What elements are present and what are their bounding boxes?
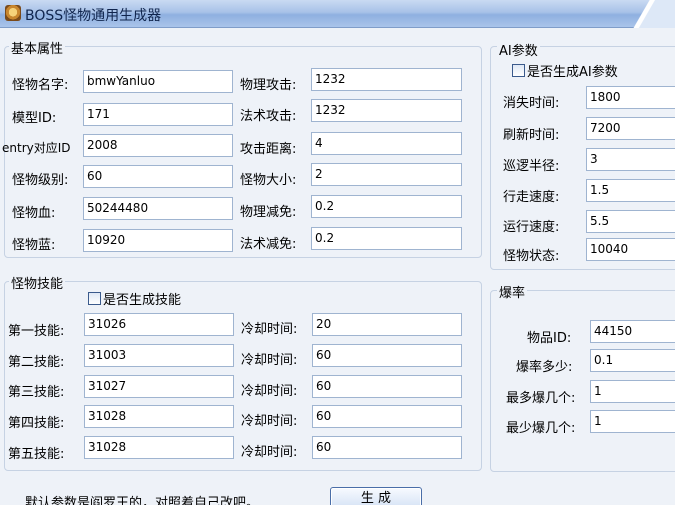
title-bar[interactable]: BOSS怪物通用生成器 (0, 0, 675, 28)
patrol-radius-input[interactable]: 3 (586, 148, 675, 171)
monster-hp-input[interactable]: 50244480 (83, 197, 233, 220)
monster-level-label: 怪物级别: (12, 173, 69, 188)
physical-attack-label: 物理攻击: (240, 78, 297, 93)
despawn-time-input[interactable]: 1800 (586, 86, 675, 109)
magic-attack-input[interactable]: 1232 (311, 99, 462, 122)
skill-4-label: 第四技能: (8, 416, 65, 431)
skill-1-cooldown-input[interactable]: 20 (312, 313, 462, 336)
monster-skills-legend: 怪物技能 (9, 273, 66, 292)
generate-skills-checkbox[interactable]: 是否生成技能 (88, 289, 181, 308)
monster-state-label: 怪物状态: (503, 249, 560, 264)
skill-1-label: 第一技能: (8, 324, 65, 339)
window-title: BOSS怪物通用生成器 (25, 8, 162, 24)
physical-reduction-label: 物理减免: (240, 205, 297, 220)
skill-5-label: 第五技能: (8, 447, 65, 462)
run-speed-input[interactable]: 5.5 (586, 210, 675, 233)
monster-size-label: 怪物大小: (240, 173, 297, 188)
min-drop-label: 最少爆几个: (506, 421, 576, 436)
skill-3-cooldown-label: 冷却时间: (241, 384, 298, 399)
skill-3-input[interactable]: 31027 (84, 375, 234, 398)
skill-2-input[interactable]: 31003 (84, 344, 234, 367)
drop-rate-label: 爆率多少: (516, 360, 573, 375)
magic-attack-label: 法术攻击: (240, 109, 297, 124)
magic-reduction-label: 法术减免: (240, 237, 297, 252)
generate-ai-checkbox[interactable]: 是否生成AI参数 (512, 61, 618, 80)
magic-reduction-input[interactable]: 0.2 (311, 227, 462, 250)
skill-5-cooldown-label: 冷却时间: (241, 445, 298, 460)
patrol-radius-label: 巡逻半径: (503, 159, 560, 174)
monster-hp-label: 怪物血: (12, 206, 56, 221)
skill-2-cooldown-input[interactable]: 60 (312, 344, 462, 367)
max-drop-label: 最多爆几个: (506, 391, 576, 406)
entry-id-label: entry对应ID (2, 141, 71, 155)
skill-1-cooldown-label: 冷却时间: (241, 322, 298, 337)
skill-5-input[interactable]: 31028 (84, 436, 234, 459)
entry-id-input[interactable]: 2008 (83, 134, 233, 157)
app-icon (5, 5, 21, 21)
respawn-time-input[interactable]: 7200 (586, 117, 675, 140)
skill-2-cooldown-label: 冷却时间: (241, 353, 298, 368)
item-id-label: 物品ID: (527, 331, 572, 346)
generate-button[interactable]: 生 成 (330, 487, 422, 505)
skill-2-label: 第二技能: (8, 355, 65, 370)
default-params-note: 默认参数是阎罗王的，对照着自己改吧。 (25, 496, 260, 505)
model-id-label: 模型ID: (12, 111, 57, 126)
monster-name-input[interactable]: bmwYanluo (83, 70, 233, 93)
skill-4-input[interactable]: 31028 (84, 405, 234, 428)
item-id-input[interactable]: 44150 (590, 320, 675, 343)
attack-range-label: 攻击距离: (240, 142, 297, 157)
generate-skills-checkbox-label: 是否生成技能 (103, 293, 182, 308)
skill-3-label: 第三技能: (8, 385, 65, 400)
monster-mp-input[interactable]: 10920 (83, 229, 233, 252)
physical-reduction-input[interactable]: 0.2 (311, 195, 462, 218)
ai-parameters-legend: AI参数 (497, 40, 540, 59)
skill-4-cooldown-input[interactable]: 60 (312, 405, 462, 428)
drop-rate-input[interactable]: 0.1 (590, 349, 675, 372)
respawn-time-label: 刷新时间: (503, 128, 560, 143)
monster-name-label: 怪物名字: (12, 78, 69, 93)
basic-attributes-legend: 基本属性 (9, 38, 66, 57)
skill-5-cooldown-input[interactable]: 60 (312, 436, 462, 459)
generate-ai-checkbox-label: 是否生成AI参数 (527, 65, 618, 80)
despawn-time-label: 消失时间: (503, 96, 560, 111)
checkbox-box[interactable] (512, 64, 525, 77)
model-id-input[interactable]: 171 (83, 103, 233, 126)
attack-range-input[interactable]: 4 (311, 132, 462, 155)
monster-state-input[interactable]: 10040 (586, 238, 675, 261)
title-bar-corner-decoration (615, 0, 675, 28)
skill-1-input[interactable]: 31026 (84, 313, 234, 336)
monster-level-input[interactable]: 60 (83, 165, 233, 188)
run-speed-label: 运行速度: (503, 220, 560, 235)
walk-speed-input[interactable]: 1.5 (586, 179, 675, 202)
monster-size-input[interactable]: 2 (311, 163, 462, 186)
walk-speed-label: 行走速度: (503, 190, 560, 205)
monster-mp-label: 怪物蓝: (12, 238, 56, 253)
max-drop-input[interactable]: 1 (590, 380, 675, 403)
checkbox-box[interactable] (88, 292, 101, 305)
physical-attack-input[interactable]: 1232 (311, 68, 462, 91)
drop-rate-legend: 爆率 (497, 282, 528, 301)
skill-3-cooldown-input[interactable]: 60 (312, 375, 462, 398)
skill-4-cooldown-label: 冷却时间: (241, 414, 298, 429)
min-drop-input[interactable]: 1 (590, 410, 675, 433)
